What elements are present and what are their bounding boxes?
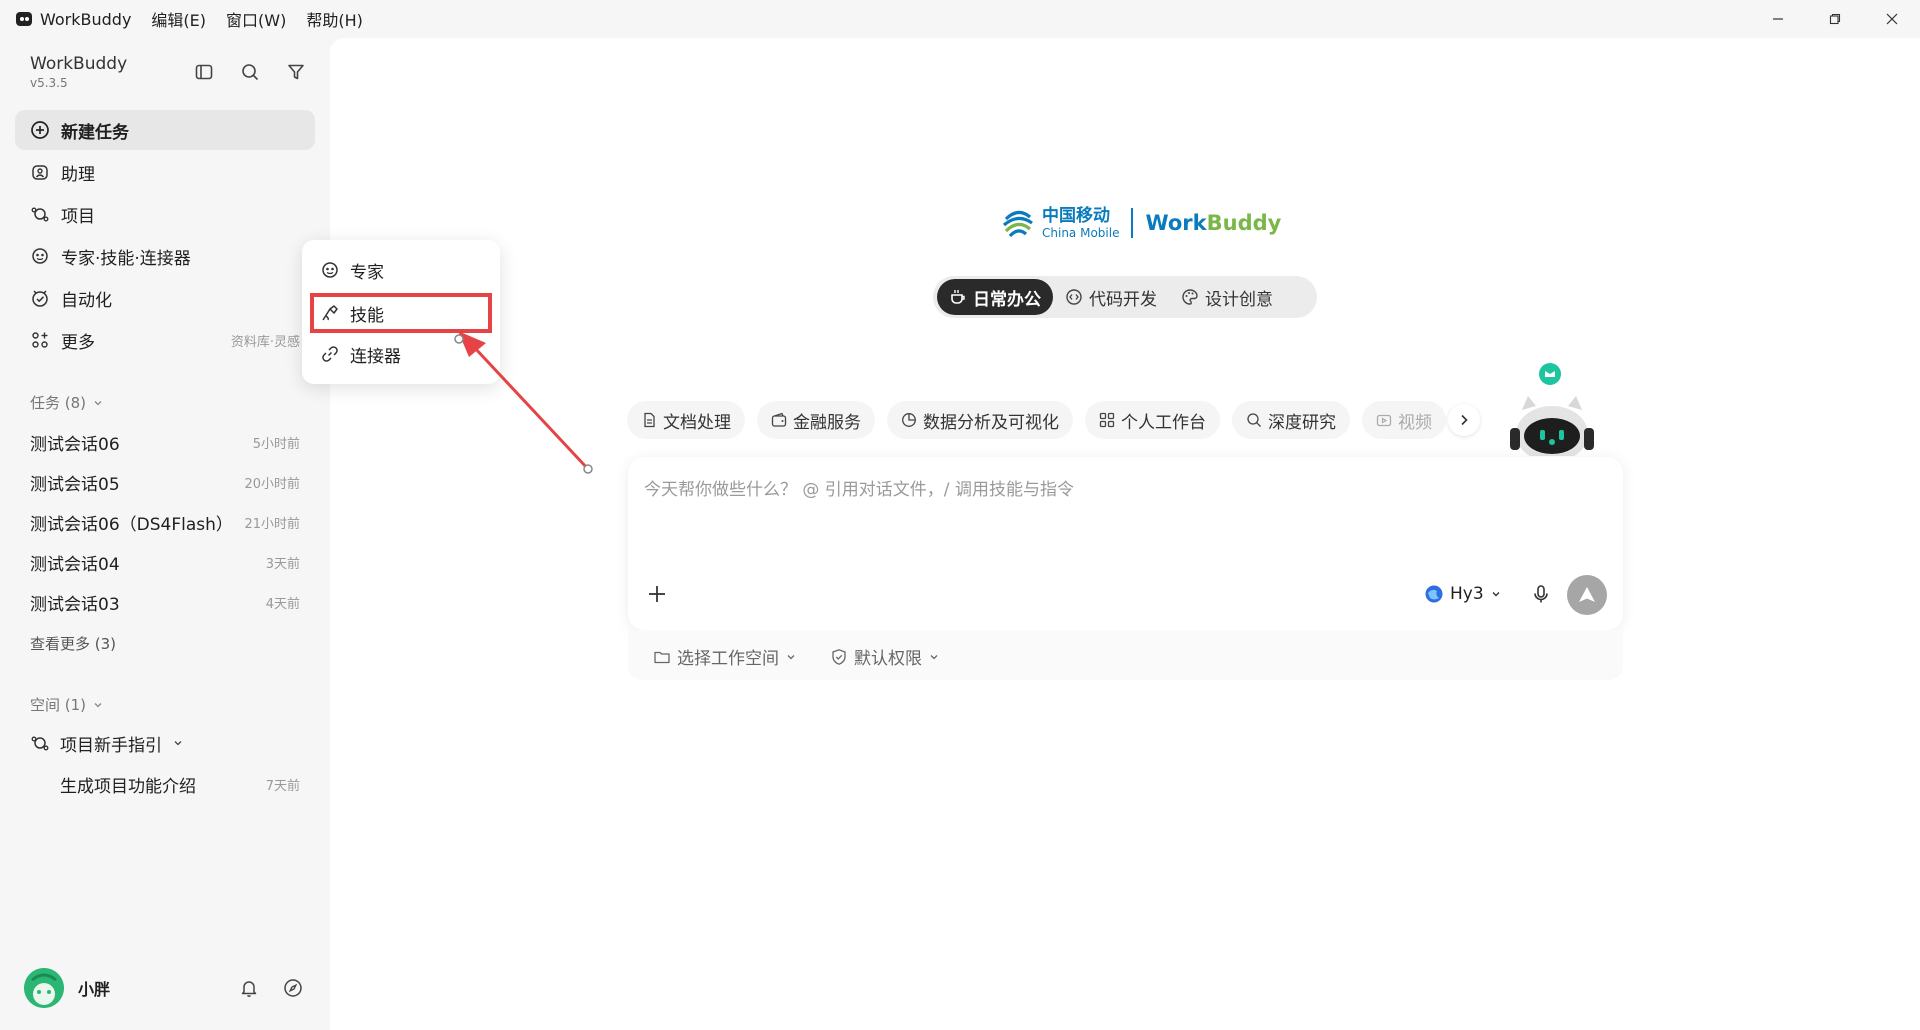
annotation-arrow <box>454 331 593 474</box>
